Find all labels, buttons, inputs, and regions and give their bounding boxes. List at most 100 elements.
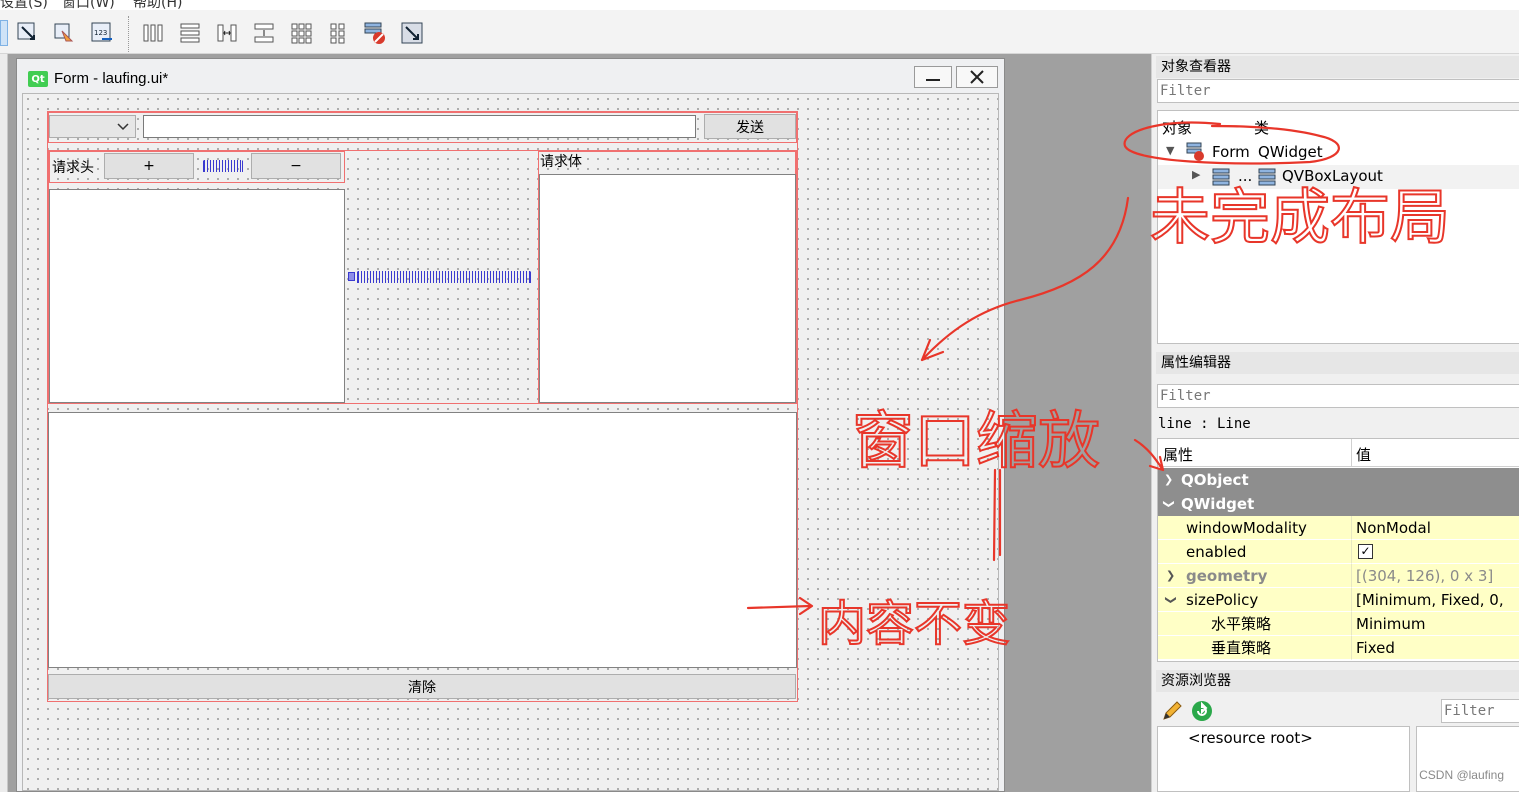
prop-name: windowModality bbox=[1158, 516, 1351, 540]
prop-row-windowmodality[interactable]: windowModality NonModal bbox=[1158, 516, 1519, 540]
object-tree[interactable]: 对象 类 ▼ Form QWidget ▶ ... QVBoxLayout bbox=[1157, 110, 1519, 344]
chevron-down-icon bbox=[117, 123, 129, 131]
prop-value[interactable]: Minimum bbox=[1351, 612, 1519, 636]
edit-resources-icon[interactable] bbox=[1160, 699, 1184, 723]
menu-window[interactable]: 窗口(W) bbox=[62, 0, 115, 10]
edit-buddies-icon[interactable] bbox=[50, 20, 78, 46]
chevron-right-icon[interactable]: ❯ bbox=[1166, 564, 1175, 588]
object-filter-input[interactable]: Filter bbox=[1157, 79, 1519, 103]
form-titlebar[interactable]: Qt Form - laufing.ui* bbox=[17, 59, 1004, 93]
enabled-checkbox[interactable]: ✓ bbox=[1358, 544, 1373, 559]
chevron-down-icon: ❯ bbox=[1162, 499, 1176, 509]
object-inspector-title: 对象查看器 bbox=[1156, 56, 1519, 78]
resource-browser-title: 资源浏览器 bbox=[1156, 670, 1519, 692]
response-textedit[interactable] bbox=[48, 412, 797, 668]
group-qobject-label: QObject bbox=[1181, 471, 1249, 489]
middle-spacer[interactable] bbox=[357, 271, 531, 283]
property-filter-input[interactable]: Filter bbox=[1157, 384, 1519, 408]
col-object-header: 对象 bbox=[1162, 119, 1193, 137]
url-input[interactable] bbox=[143, 115, 696, 138]
close-icon bbox=[970, 70, 984, 84]
edit-signals-icon[interactable] bbox=[14, 20, 42, 46]
prop-name: geometry bbox=[1158, 564, 1351, 588]
vbox-layout-icon bbox=[1212, 168, 1230, 186]
widget-icon bbox=[1186, 142, 1204, 161]
col-class-header: 类 bbox=[1254, 119, 1270, 137]
resource-filter-input[interactable]: Filter bbox=[1441, 699, 1519, 723]
minimize-button[interactable] bbox=[914, 66, 952, 88]
svg-text:123: 123 bbox=[94, 29, 107, 37]
adjust-size-icon[interactable] bbox=[398, 20, 426, 46]
left-dock-strip bbox=[0, 54, 8, 792]
edit-tab-order-icon[interactable]: 123 bbox=[88, 20, 116, 46]
close-button[interactable] bbox=[956, 66, 998, 88]
minimize-icon bbox=[926, 79, 940, 81]
qt-logo-icon: Qt bbox=[28, 71, 48, 87]
chevron-down-icon[interactable]: ❯ bbox=[1159, 595, 1183, 604]
right-dock-panel: 对象查看器 Filter 对象 类 ▼ Form QWidget ▶ ... Q… bbox=[1151, 54, 1519, 792]
reload-icon[interactable] bbox=[1190, 699, 1214, 723]
prop-name: 水平策略 bbox=[1158, 612, 1351, 636]
vbox-layout-icon bbox=[1258, 168, 1276, 186]
method-combobox[interactable] bbox=[49, 115, 136, 138]
resize-handle-icon[interactable] bbox=[348, 272, 355, 281]
group-qwidget[interactable]: ❯ QWidget bbox=[1158, 492, 1519, 516]
prop-name: sizePolicy bbox=[1158, 588, 1351, 612]
request-header-label: 请求头 bbox=[52, 160, 94, 176]
resource-tree[interactable]: <resource root> bbox=[1157, 726, 1410, 792]
header-divider bbox=[1351, 439, 1352, 467]
prop-row-geometry[interactable]: geometry ❯ [(304, 126), 0 x 3] bbox=[1158, 564, 1519, 588]
clear-button[interactable]: 清除 bbox=[48, 674, 796, 699]
col-value-header: 值 bbox=[1356, 446, 1372, 464]
request-header-table[interactable] bbox=[49, 189, 345, 403]
col-property-header: 属性 bbox=[1163, 446, 1194, 464]
form-canvas[interactable]: 发送 请求头 + − 请求体 清除 bbox=[22, 93, 999, 791]
tree-class-qvboxlayout: QVBoxLayout bbox=[1282, 167, 1383, 185]
tree-row-vboxlayout[interactable]: ▶ ... QVBoxLayout bbox=[1158, 165, 1519, 189]
resource-root-item[interactable]: <resource root> bbox=[1188, 729, 1313, 747]
prop-row-hpolicy[interactable]: 水平策略 Minimum bbox=[1158, 612, 1519, 636]
prop-value[interactable]: ✓ bbox=[1351, 540, 1519, 564]
header-spacer[interactable] bbox=[203, 160, 243, 172]
menubar: 设置(S) 窗口(W) 帮助(H) bbox=[0, 0, 1519, 10]
add-header-button[interactable]: + bbox=[104, 153, 194, 179]
request-body-label: 请求体 bbox=[540, 154, 582, 170]
prop-value[interactable]: NonModal bbox=[1351, 516, 1519, 540]
tree-row-form[interactable]: ▼ Form QWidget bbox=[1158, 141, 1519, 165]
layout-form-icon[interactable] bbox=[287, 20, 315, 46]
prop-name: enabled bbox=[1158, 540, 1351, 564]
form-title: Form - laufing.ui* bbox=[54, 70, 169, 87]
property-table[interactable]: 属性 值 ❯ QObject ❯ QWidget windowModality … bbox=[1157, 438, 1519, 662]
prop-row-vpolicy[interactable]: 垂直策略 Fixed bbox=[1158, 636, 1519, 660]
chevron-down-icon: ▼ bbox=[1166, 144, 1175, 157]
group-qobject[interactable]: ❯ QObject bbox=[1158, 468, 1519, 492]
form-window: Qt Form - laufing.ui* 发送 请求头 + − 请求体 清除 bbox=[16, 58, 1005, 792]
selected-object-label: line : Line bbox=[1158, 416, 1251, 432]
layout-horizontal-icon[interactable] bbox=[139, 20, 167, 46]
break-layout-icon[interactable] bbox=[361, 20, 389, 46]
layout-v-splitter-icon[interactable] bbox=[250, 20, 278, 46]
layout-grid-icon[interactable] bbox=[324, 20, 352, 46]
property-header: 属性 值 bbox=[1158, 439, 1519, 467]
layout-vertical-icon[interactable] bbox=[176, 20, 204, 46]
layout-h-splitter-icon[interactable] bbox=[213, 20, 241, 46]
menu-help[interactable]: 帮助(H) bbox=[133, 0, 182, 10]
chevron-right-icon: ❯ bbox=[1164, 473, 1174, 486]
prop-name: 垂直策略 bbox=[1158, 636, 1351, 660]
group-qwidget-label: QWidget bbox=[1181, 495, 1255, 513]
toolbar-separator bbox=[128, 16, 129, 52]
property-editor-title: 属性编辑器 bbox=[1156, 352, 1519, 374]
menu-settings[interactable]: 设置(S) bbox=[0, 0, 48, 10]
edit-widgets-icon[interactable] bbox=[0, 20, 8, 46]
resource-list[interactable] bbox=[1416, 726, 1519, 792]
prop-value[interactable]: Fixed bbox=[1351, 636, 1519, 660]
send-button[interactable]: 发送 bbox=[704, 114, 796, 139]
prop-value[interactable]: [Minimum, Fixed, 0, 0] bbox=[1351, 588, 1519, 633]
chevron-right-icon: ▶ bbox=[1192, 168, 1201, 181]
prop-value[interactable]: [(304, 126), 0 x 3] bbox=[1351, 564, 1519, 588]
request-body-textedit[interactable] bbox=[539, 174, 796, 403]
prop-row-sizepolicy[interactable]: sizePolicy ❯ [Minimum, Fixed, 0, 0] bbox=[1158, 588, 1519, 633]
remove-header-button[interactable]: − bbox=[251, 153, 341, 179]
toolbar: 123 bbox=[0, 10, 1519, 54]
prop-row-enabled[interactable]: enabled ✓ bbox=[1158, 540, 1519, 564]
